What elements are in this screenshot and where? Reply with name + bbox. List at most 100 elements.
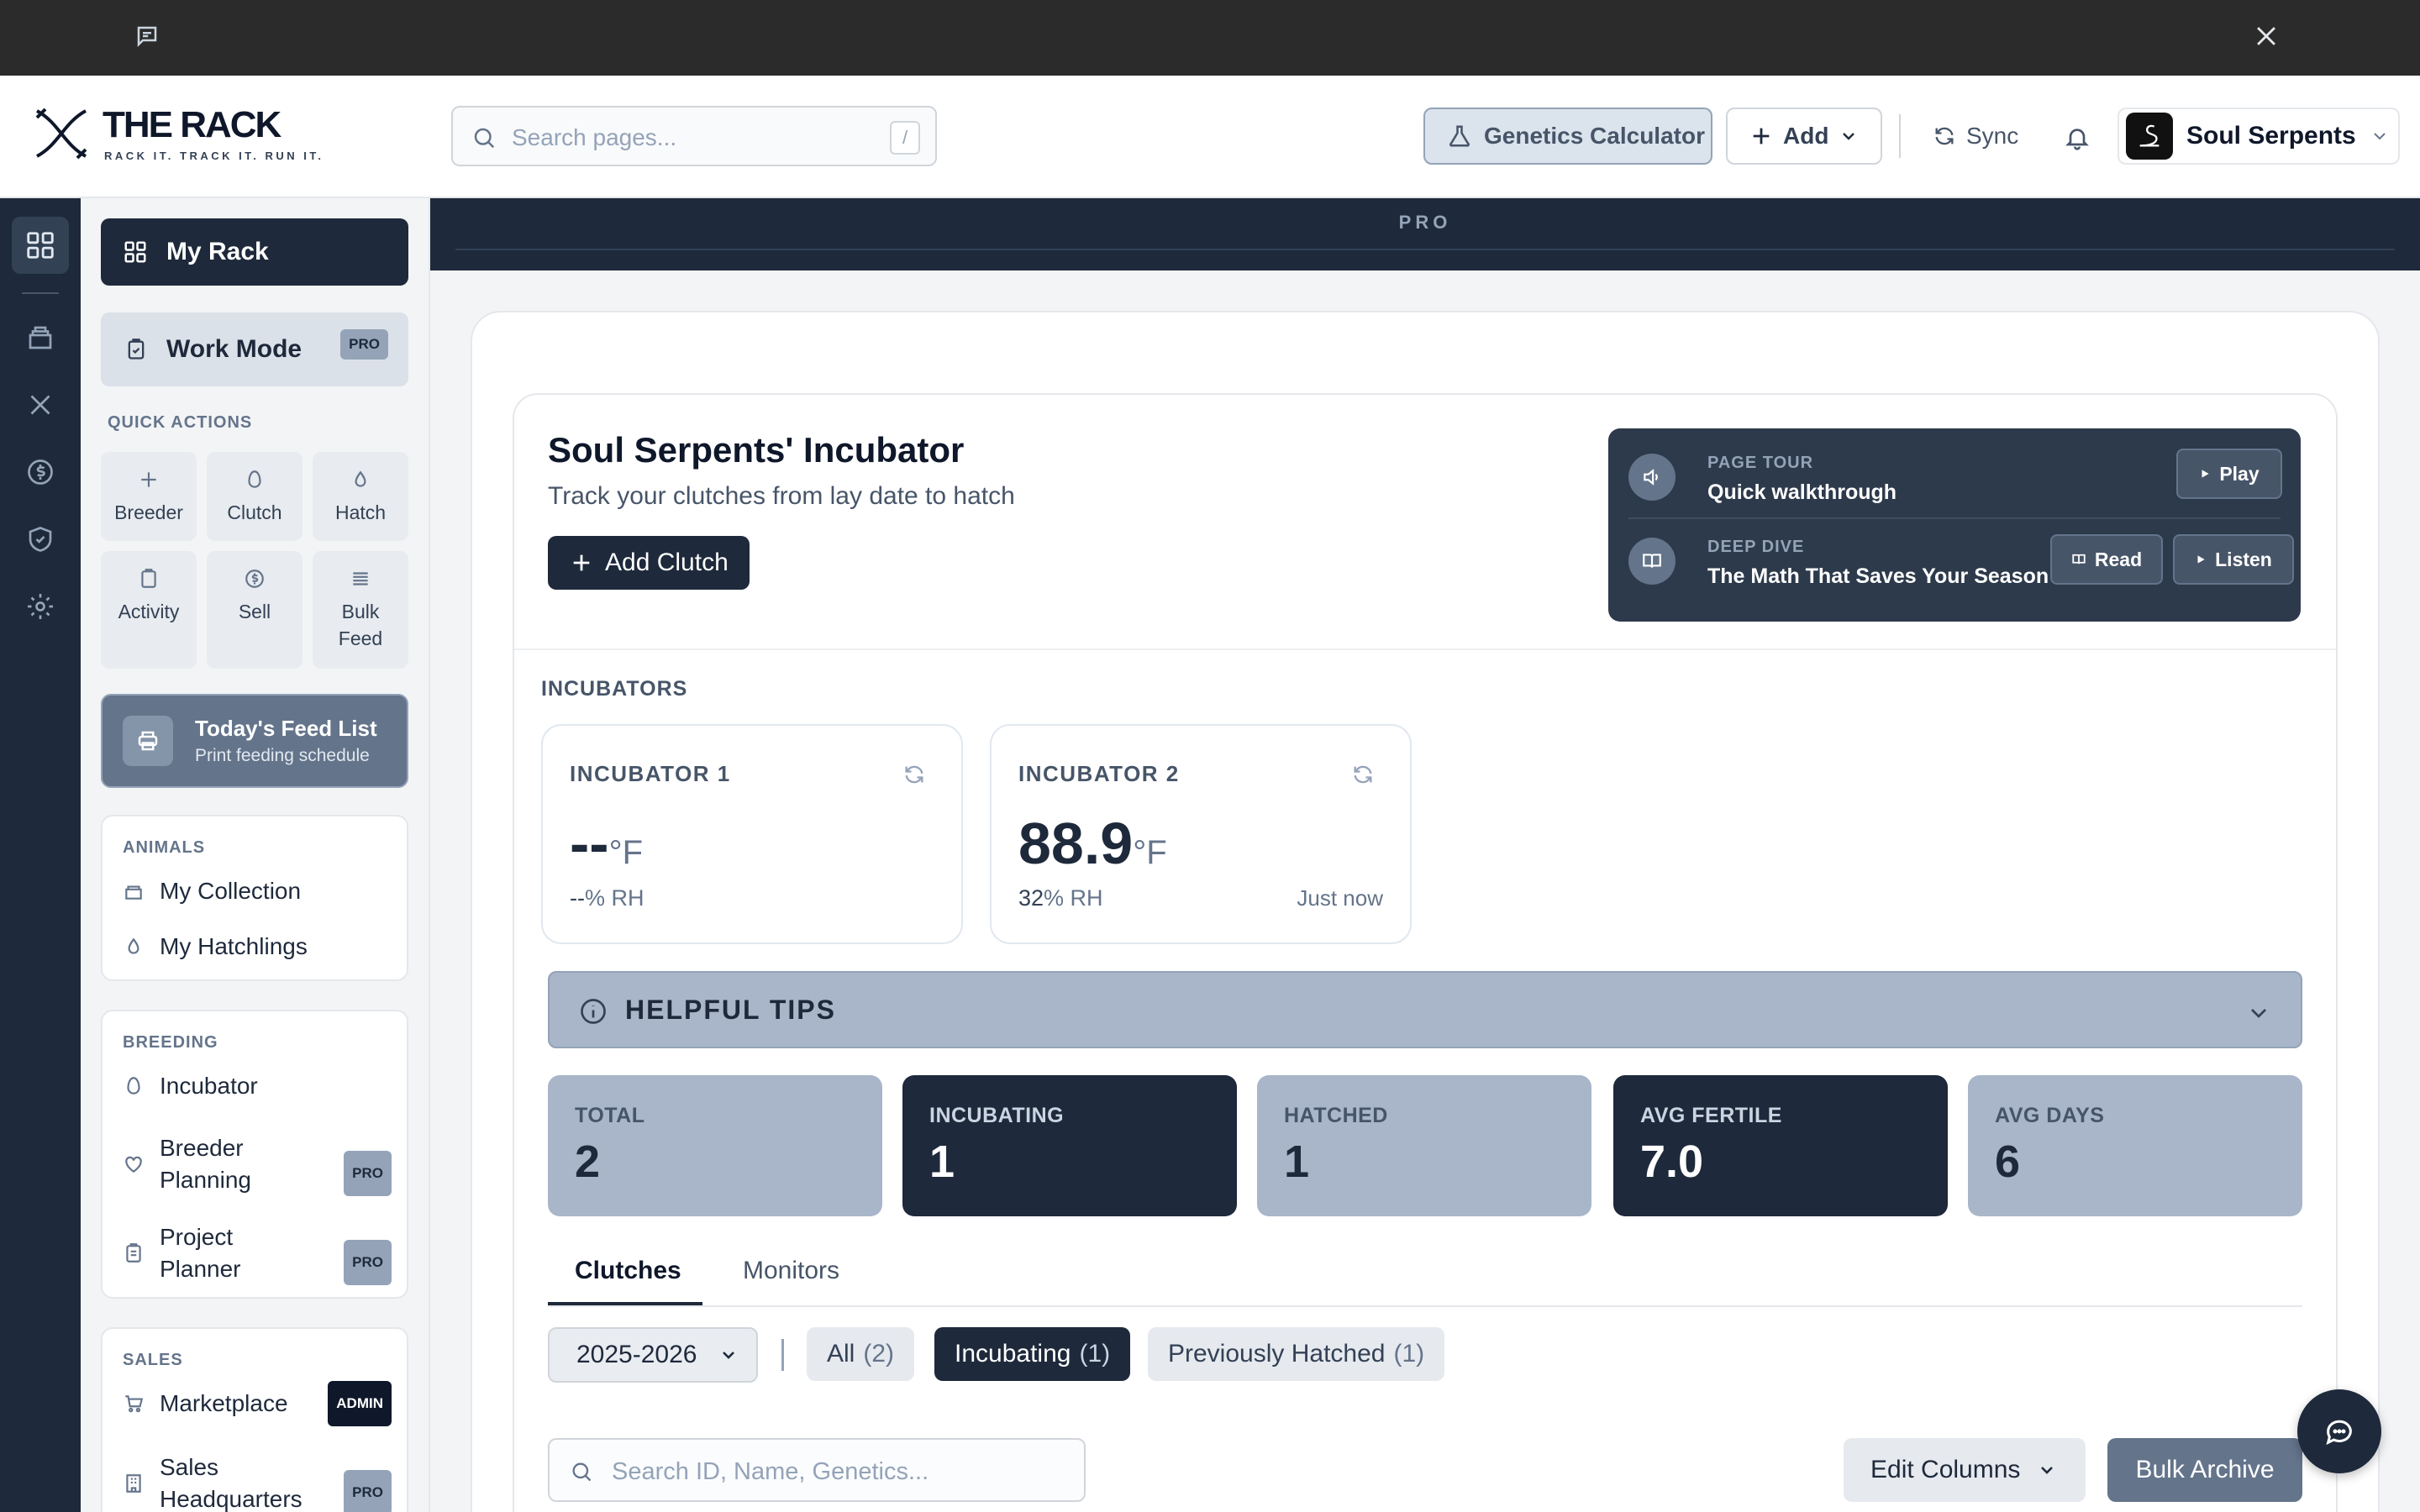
bell-icon[interactable]	[2064, 124, 2091, 151]
filter-label: All	[827, 1340, 855, 1368]
page-tour-title: Quick walkthrough	[1707, 480, 1897, 504]
rail-sales-icon[interactable]	[12, 444, 69, 501]
plus-icon	[138, 469, 160, 491]
nav-my-collection[interactable]: My Collection	[123, 875, 392, 907]
work-mode-button[interactable]: Work Mode PRO	[101, 312, 408, 386]
rail-collection-icon[interactable]	[12, 309, 69, 366]
page-subtitle: Track your clutches from lay date to hat…	[548, 482, 1015, 510]
quick-action-label: Clutch	[227, 501, 282, 523]
nav-marketplace[interactable]: Marketplace ADMIN	[123, 1381, 392, 1426]
bulk-archive-button[interactable]: Bulk Archive	[2107, 1438, 2302, 1502]
animals-heading: ANIMALS	[123, 838, 206, 857]
clutch-search-input[interactable]: Search ID, Name, Genetics...	[548, 1438, 1086, 1502]
rack-logo-icon[interactable]	[34, 106, 89, 161]
quick-action-activity[interactable]: Activity	[101, 551, 197, 669]
header-divider	[1899, 114, 1901, 158]
incubator-temperature: 88.9°F	[1018, 811, 1167, 876]
add-clutch-button[interactable]: Add Clutch	[548, 536, 750, 590]
helpful-tips-toggle[interactable]: HELPFUL TIPS	[548, 971, 2302, 1048]
incubator-name: INCUBATOR 1	[570, 761, 731, 786]
search-placeholder: Search pages...	[512, 124, 677, 150]
read-button[interactable]: Read	[2050, 534, 2163, 585]
quick-action-sell[interactable]: Sell	[207, 551, 302, 669]
section-divider	[514, 648, 2336, 650]
search-icon	[570, 1460, 593, 1483]
my-rack-button[interactable]: My Rack	[101, 218, 408, 286]
quick-action-hatch[interactable]: Hatch	[313, 452, 408, 541]
play-tour-button[interactable]: Play	[2176, 449, 2282, 499]
season-select[interactable]: 2025-2026	[548, 1327, 758, 1383]
quick-action-label: Activity	[118, 601, 180, 622]
stat-hatched: HATCHED 1	[1257, 1075, 1591, 1216]
todays-feed-list-button[interactable]: Today's Feed List Print feeding schedule	[101, 694, 408, 788]
plus-icon	[570, 551, 593, 575]
work-mode-label: Work Mode	[166, 335, 302, 363]
page-search-input[interactable]: Search pages... /	[451, 106, 937, 166]
app-header: THE RACK RACK IT. TRACK IT. RUN IT. Sear…	[0, 76, 2420, 198]
egg-icon	[244, 469, 266, 491]
search-icon	[471, 125, 497, 150]
incubator-name: INCUBATOR 2	[1018, 761, 1180, 786]
filter-label: Incubating	[955, 1340, 1071, 1368]
play-icon	[2199, 468, 2211, 480]
filter-count: (2)	[863, 1340, 895, 1368]
drop-icon	[123, 936, 145, 958]
message-square-icon[interactable]	[134, 24, 160, 49]
animals-nav-group: ANIMALS My Collection My Hatchlings	[101, 815, 408, 981]
read-label: Read	[2094, 548, 2143, 570]
chevron-down-icon	[718, 1345, 739, 1365]
admin-badge: ADMIN	[328, 1381, 392, 1426]
quick-action-clutch[interactable]: Clutch	[207, 452, 302, 541]
nav-my-hatchlings[interactable]: My Hatchlings	[123, 931, 392, 963]
brand-tagline: RACK IT. TRACK IT. RUN IT.	[104, 150, 324, 162]
nav-incubator[interactable]: Incubator	[123, 1070, 392, 1102]
rail-breeding-icon[interactable]	[12, 376, 69, 433]
filter-previously-hatched[interactable]: Previously Hatched (1)	[1148, 1327, 1445, 1381]
edit-columns-button[interactable]: Edit Columns	[1844, 1438, 2086, 1502]
quick-action-label: Hatch	[334, 501, 387, 523]
filter-all[interactable]: All (2)	[807, 1327, 915, 1381]
incubator-card[interactable]: INCUBATOR 1 --°F --% RH	[541, 724, 963, 944]
rail-settings-icon[interactable]	[12, 578, 69, 635]
incubator-card[interactable]: INCUBATOR 2 88.9°F 32% RH Just now	[990, 724, 1412, 944]
filter-count: (1)	[1079, 1340, 1111, 1368]
nav-project-planner[interactable]: Project Planner PRO	[123, 1221, 392, 1285]
stat-avg-days: AVG DAYS 6	[1968, 1075, 2302, 1216]
cart-icon	[123, 1393, 145, 1415]
clipboard-check-icon	[124, 338, 148, 361]
refresh-icon[interactable]	[902, 763, 926, 786]
quick-action-breeder[interactable]: Breeder	[101, 452, 197, 541]
listen-button[interactable]: Listen	[2173, 534, 2294, 585]
deep-dive-title: The Math That Saves Your Season	[1707, 564, 2049, 588]
filter-count: (1)	[1393, 1340, 1425, 1368]
tab-monitors[interactable]: Monitors	[743, 1257, 839, 1285]
nav-label: My Collection	[160, 878, 302, 904]
search-placeholder: Search ID, Name, Genetics...	[612, 1458, 929, 1485]
nav-sales-headquarters[interactable]: Sales Headquarters PRO	[123, 1452, 392, 1512]
add-menu-button[interactable]: Add	[1726, 108, 1882, 165]
genetics-calculator-label: Genetics Calculator	[1484, 123, 1705, 149]
quick-action-bulk-feed[interactable]: Bulk Feed	[313, 551, 408, 669]
sync-button[interactable]: Sync	[1933, 108, 2033, 165]
filter-incubating[interactable]: Incubating (1)	[934, 1327, 1131, 1381]
chat-fab-button[interactable]	[2297, 1389, 2381, 1473]
rail-dashboard-icon[interactable]	[12, 217, 69, 274]
tab-clutches[interactable]: Clutches	[575, 1257, 681, 1285]
chevron-down-icon	[2370, 126, 2390, 146]
nav-breeder-planning[interactable]: Breeder Planning PRO	[123, 1132, 392, 1196]
refresh-icon[interactable]	[1351, 763, 1375, 786]
tour-divider	[1628, 517, 2281, 519]
clipboard-icon	[123, 1242, 145, 1264]
rail-shield-icon[interactable]	[12, 511, 69, 568]
icon-rail	[0, 198, 81, 1512]
filter-label: Previously Hatched	[1168, 1340, 1386, 1368]
profile-menu-button[interactable]: Soul Serpents	[2118, 108, 2400, 165]
pro-badge: PRO	[344, 1240, 392, 1285]
nav-label: Marketplace	[160, 1390, 288, 1416]
speaker-icon	[1628, 454, 1676, 501]
genetics-calculator-button[interactable]: Genetics Calculator	[1423, 108, 1712, 165]
brand-name[interactable]: THE RACK	[103, 104, 281, 146]
close-icon[interactable]	[2252, 22, 2281, 50]
chevron-down-icon	[2245, 1000, 2272, 1026]
grid-icon	[123, 239, 148, 265]
